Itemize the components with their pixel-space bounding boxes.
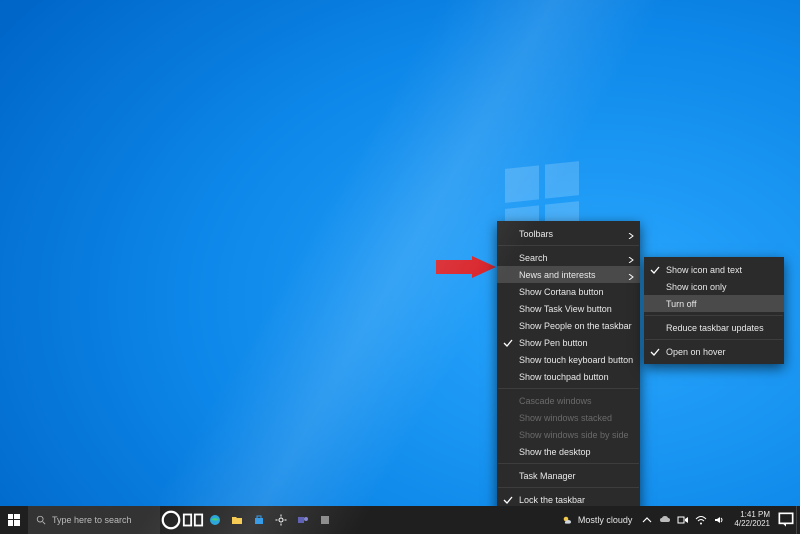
menu-separator <box>498 487 639 488</box>
menu-item-label: Task Manager <box>519 471 576 481</box>
news-interests-submenu: Show icon and text Show icon only Turn o… <box>644 257 784 364</box>
news-interests-taskbar[interactable]: Mostly cloudy <box>556 506 639 534</box>
tray-meet-now[interactable] <box>674 506 692 534</box>
edge-app[interactable] <box>204 506 226 534</box>
teams-icon <box>297 514 309 526</box>
menu-item-label: Search <box>519 253 548 263</box>
menu-item-label: Show the desktop <box>519 447 591 457</box>
submenu-item-show-icon-only[interactable]: Show icon only <box>644 278 784 295</box>
menu-item-label: Show icon only <box>666 282 727 292</box>
menu-item-label: Show Pen button <box>519 338 588 348</box>
show-desktop-button[interactable] <box>796 506 800 534</box>
menu-item-show-desktop[interactable]: Show the desktop <box>497 443 640 460</box>
check-icon <box>650 347 660 357</box>
desktop[interactable]: Toolbars Search News and interests Show … <box>0 0 800 534</box>
taskbar-pinned-apps <box>204 506 336 534</box>
cloud-icon <box>659 514 671 526</box>
tray-overflow[interactable] <box>638 506 656 534</box>
menu-separator <box>498 245 639 246</box>
annotation-arrow-left <box>436 256 496 278</box>
menu-item-label: Show windows side by side <box>519 430 629 440</box>
menu-item-label: Reduce taskbar updates <box>666 323 764 333</box>
menu-item-label: Show touch keyboard button <box>519 355 633 365</box>
tray-volume[interactable] <box>710 506 728 534</box>
menu-item-toolbars[interactable]: Toolbars <box>497 225 640 242</box>
menu-item-search[interactable]: Search <box>497 249 640 266</box>
task-view-button[interactable] <box>182 506 204 534</box>
menu-item-label: Show People on the taskbar <box>519 321 632 331</box>
menu-item-label: Open on hover <box>666 347 726 357</box>
teams-app[interactable] <box>292 506 314 534</box>
menu-item-show-cortana[interactable]: Show Cortana button <box>497 283 640 300</box>
submenu-item-reduce-updates[interactable]: Reduce taskbar updates <box>644 319 784 336</box>
windows-icon <box>8 514 20 526</box>
menu-item-show-task-view[interactable]: Show Task View button <box>497 300 640 317</box>
pinned-app-extra[interactable] <box>314 506 336 534</box>
cortana-icon <box>160 509 182 531</box>
submenu-item-turn-off[interactable]: Turn off <box>644 295 784 312</box>
check-icon <box>503 495 513 505</box>
menu-item-task-manager[interactable]: Task Manager <box>497 467 640 484</box>
menu-item-label: Cascade windows <box>519 396 592 406</box>
taskbar-clock[interactable]: 1:41 PM 4/22/2021 <box>728 506 776 534</box>
chevron-right-icon <box>628 255 634 261</box>
submenu-item-open-on-hover[interactable]: Open on hover <box>644 343 784 360</box>
tray-network[interactable] <box>692 506 710 534</box>
clock-date: 4/22/2021 <box>734 520 770 529</box>
notifications-icon <box>776 510 796 530</box>
menu-item-label: Toolbars <box>519 229 553 239</box>
search-placeholder: Type here to search <box>52 515 132 525</box>
store-icon <box>253 514 265 526</box>
menu-item-label: Show Cortana button <box>519 287 604 297</box>
menu-item-stacked: Show windows stacked <box>497 409 640 426</box>
menu-item-label: Show touchpad button <box>519 372 609 382</box>
system-tray <box>638 506 728 534</box>
menu-separator <box>498 388 639 389</box>
check-icon <box>650 265 660 275</box>
menu-item-show-touchpad[interactable]: Show touchpad button <box>497 368 640 385</box>
menu-item-label: News and interests <box>519 270 596 280</box>
action-center-button[interactable] <box>776 506 796 534</box>
file-explorer-app[interactable] <box>226 506 248 534</box>
menu-item-label: Show windows stacked <box>519 413 612 423</box>
menu-item-show-people[interactable]: Show People on the taskbar <box>497 317 640 334</box>
menu-item-label: Show Task View button <box>519 304 612 314</box>
weather-text: Mostly cloudy <box>578 515 633 525</box>
wifi-icon <box>695 514 707 526</box>
menu-separator <box>645 315 783 316</box>
settings-app[interactable] <box>270 506 292 534</box>
chevron-up-icon <box>641 514 653 526</box>
app-icon <box>319 514 331 526</box>
weather-icon <box>562 514 574 526</box>
search-icon <box>36 515 46 525</box>
video-icon <box>677 514 689 526</box>
chevron-right-icon <box>628 231 634 237</box>
gear-icon <box>275 514 287 526</box>
chevron-right-icon <box>628 272 634 278</box>
edge-icon <box>209 514 221 526</box>
menu-item-label: Show icon and text <box>666 265 742 275</box>
check-icon <box>503 338 513 348</box>
taskbar-search[interactable]: Type here to search <box>28 506 160 534</box>
tray-onedrive[interactable] <box>656 506 674 534</box>
folder-icon <box>231 514 243 526</box>
menu-item-show-pen[interactable]: Show Pen button <box>497 334 640 351</box>
submenu-item-show-icon-text[interactable]: Show icon and text <box>644 261 784 278</box>
menu-item-show-touch-keyboard[interactable]: Show touch keyboard button <box>497 351 640 368</box>
taskbar-context-menu: Toolbars Search News and interests Show … <box>497 221 640 529</box>
cortana-button[interactable] <box>160 506 182 534</box>
menu-item-cascade: Cascade windows <box>497 392 640 409</box>
start-button[interactable] <box>0 506 28 534</box>
menu-item-side-by-side: Show windows side by side <box>497 426 640 443</box>
volume-icon <box>713 514 725 526</box>
menu-separator <box>645 339 783 340</box>
menu-separator <box>498 463 639 464</box>
menu-item-news-and-interests[interactable]: News and interests <box>497 266 640 283</box>
menu-item-label: Turn off <box>666 299 697 309</box>
menu-item-label: Lock the taskbar <box>519 495 585 505</box>
taskbar: Type here to search Mostly cloudy 1:41 P… <box>0 506 800 534</box>
task-view-icon <box>182 509 204 531</box>
store-app[interactable] <box>248 506 270 534</box>
